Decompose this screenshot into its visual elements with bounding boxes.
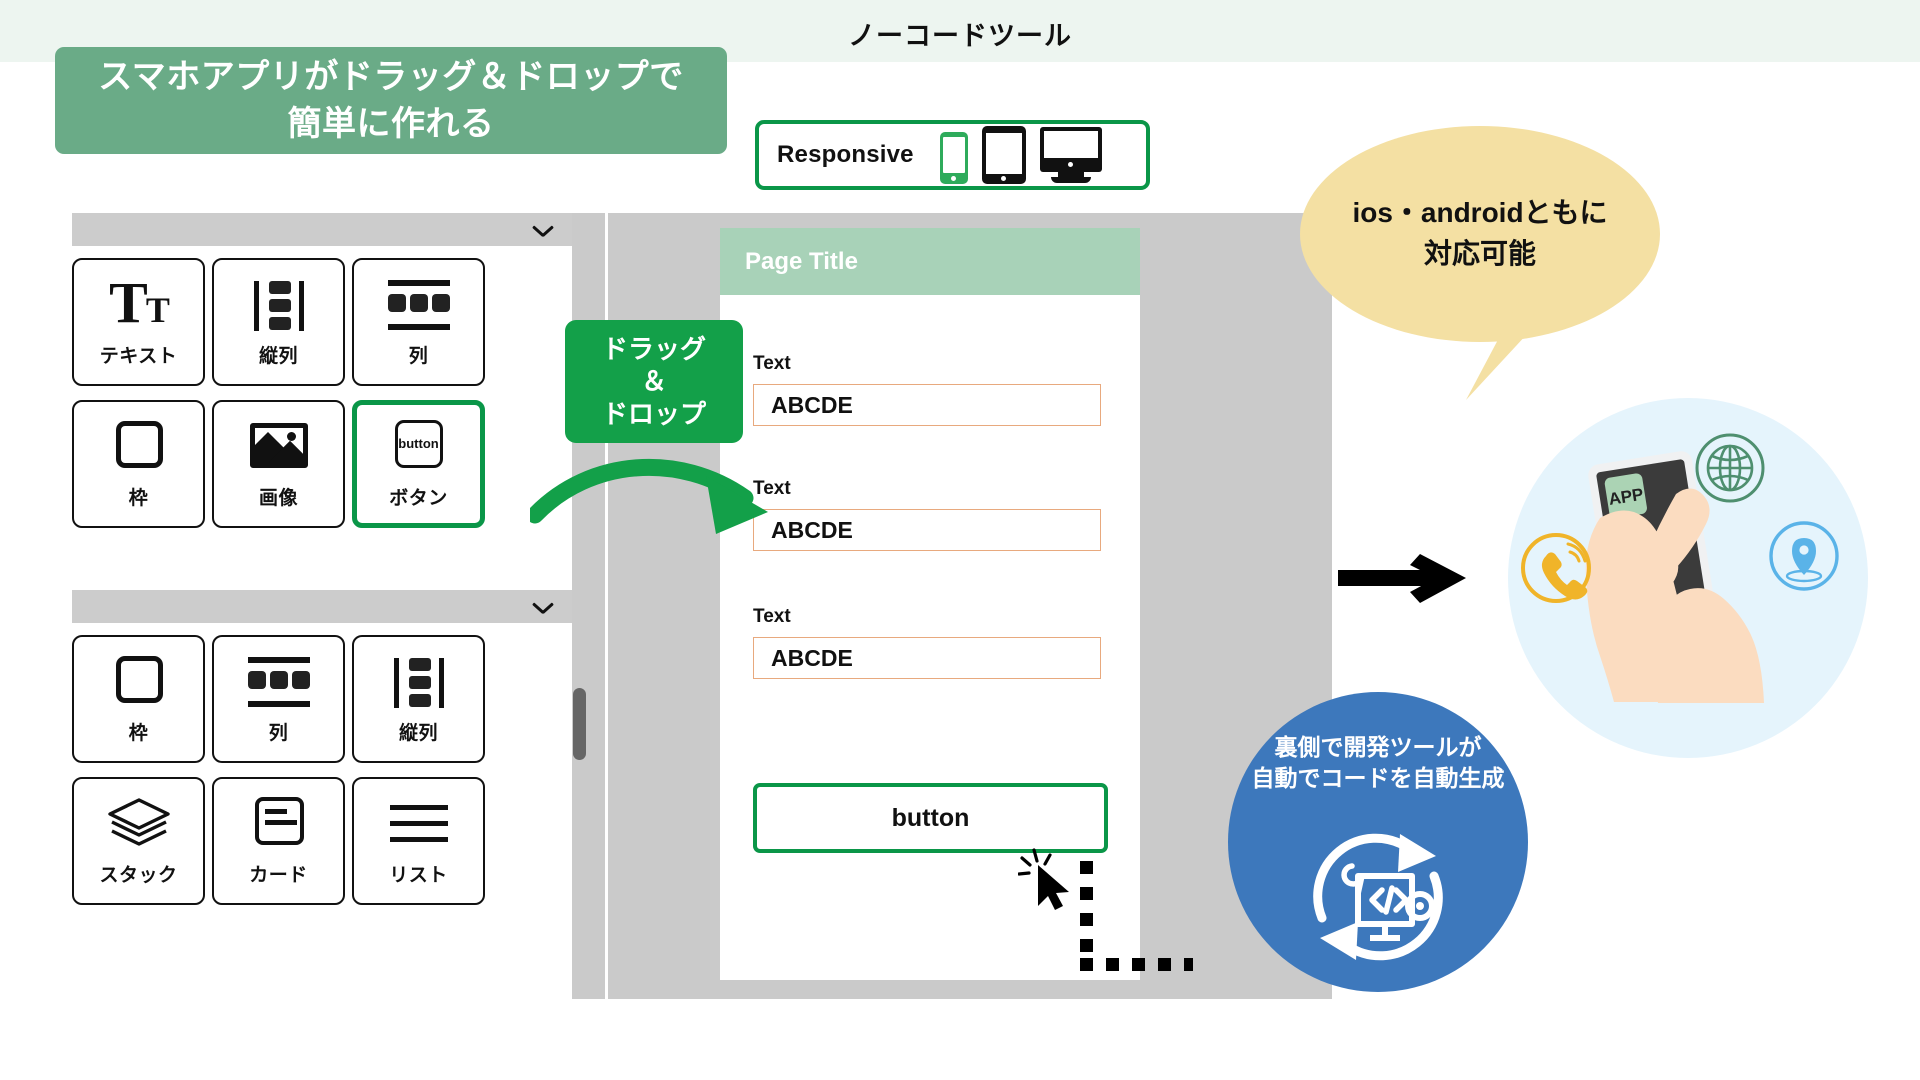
field-value: ABCDE bbox=[771, 391, 853, 418]
dnd-line-3: ドロップ bbox=[601, 398, 706, 429]
field-input[interactable]: ABCDE bbox=[753, 384, 1101, 426]
chevron-down-icon[interactable] bbox=[534, 222, 552, 240]
monitor-icon bbox=[1039, 127, 1102, 184]
palette-tile-label: テキスト bbox=[99, 345, 178, 367]
chevron-down-icon[interactable] bbox=[534, 599, 552, 617]
speech-bubble-tail bbox=[1458, 300, 1548, 405]
dnd-line-1: ドラッグ bbox=[601, 333, 706, 364]
canvas-scrollbar-thumb[interactable] bbox=[573, 688, 586, 760]
drag-and-drop-badge: ドラッグ ＆ ドロップ bbox=[565, 320, 743, 443]
stack-icon bbox=[102, 796, 176, 852]
right-arrow-icon bbox=[1338, 548, 1473, 610]
button-icon-label: button bbox=[398, 436, 439, 451]
drop-guide-horizontal bbox=[1080, 958, 1193, 971]
drag-and-drop-arrow-icon bbox=[526, 440, 820, 570]
palette-tile-label: 枠 bbox=[128, 487, 149, 509]
palette-tile-card[interactable]: カード bbox=[212, 777, 345, 905]
palette-tile-label: 列 bbox=[408, 345, 429, 367]
app-usage-illustration: APP bbox=[1508, 398, 1868, 758]
palette-tile-vertical-column-2[interactable]: 縦列 bbox=[352, 635, 485, 763]
palette-tile-frame-2[interactable]: 枠 bbox=[72, 635, 205, 763]
click-cursor-icon bbox=[1017, 848, 1092, 914]
headline-line-1: スマホアプリがドラッグ＆ドロップで bbox=[98, 57, 684, 96]
palette-tile-frame[interactable]: 枠 bbox=[72, 400, 205, 528]
blue-circle-caption: 裏側で開発ツールが 自動でコードを自動生成 bbox=[1228, 732, 1528, 794]
button-icon: button bbox=[382, 419, 456, 475]
code-autogeneration-icon bbox=[1300, 822, 1456, 972]
palette-tiles-section-2: 枠 列 縦列 スタック カード リスト bbox=[72, 635, 572, 905]
palette-tile-image[interactable]: 画像 bbox=[212, 400, 345, 528]
preview-field-1: Text ABCDE bbox=[753, 353, 1101, 426]
column-icon bbox=[382, 277, 456, 333]
palette-tile-column[interactable]: 列 bbox=[352, 258, 485, 386]
frame-icon bbox=[102, 654, 176, 710]
palette-tile-button[interactable]: button ボタン bbox=[352, 400, 485, 528]
palette-tile-label: 縦列 bbox=[398, 722, 438, 744]
blue-line-1: 裏側で開発ツールが bbox=[1274, 734, 1482, 760]
text-tt-icon: TT bbox=[109, 269, 170, 335]
frame-icon bbox=[102, 419, 176, 475]
palette-tile-list[interactable]: リスト bbox=[352, 777, 485, 905]
column-icon bbox=[242, 654, 316, 710]
field-label: Text bbox=[753, 353, 791, 374]
tablet-icon bbox=[981, 126, 1026, 184]
bubble-line-2: 対応可能 bbox=[1423, 238, 1536, 269]
component-palette: TT テキスト 縦列 列 枠 画像 button ボタン 枠 列 縦列 スタック… bbox=[72, 213, 572, 999]
infographic-canvas: ノーコードツール スマホアプリがドラッグ＆ドロップで 簡単に作れる Respon… bbox=[0, 0, 1920, 1080]
responsive-label: Responsive bbox=[777, 141, 914, 168]
palette-tile-vertical-column[interactable]: 縦列 bbox=[212, 258, 345, 386]
palette-section-header-2[interactable] bbox=[72, 590, 572, 623]
palette-tile-column-2[interactable]: 列 bbox=[212, 635, 345, 763]
vertical-column-icon bbox=[242, 277, 316, 333]
palette-tile-label: 画像 bbox=[258, 487, 298, 509]
card-icon bbox=[242, 796, 316, 852]
field-input[interactable]: ABCDE bbox=[753, 637, 1101, 679]
dnd-line-2: ＆ bbox=[640, 366, 667, 397]
image-icon bbox=[242, 419, 316, 475]
field-label: Text bbox=[753, 606, 791, 627]
palette-tile-label: リスト bbox=[389, 864, 448, 886]
bubble-line-1: ios・androidともに bbox=[1352, 197, 1608, 229]
headline-banner: スマホアプリがドラッグ＆ドロップで 簡単に作れる bbox=[55, 47, 727, 154]
palette-tiles-section-1: TT テキスト 縦列 列 枠 画像 button ボタン bbox=[72, 258, 572, 528]
palette-tile-label: 枠 bbox=[128, 722, 149, 744]
responsive-box: Responsive bbox=[755, 120, 1150, 190]
palette-tile-text[interactable]: TT テキスト bbox=[72, 258, 205, 386]
code-generation-callout: 裏側で開発ツールが 自動でコードを自動生成 bbox=[1228, 692, 1528, 992]
blue-line-2: 自動でコードを自動生成 bbox=[1251, 765, 1505, 792]
palette-section-header-1[interactable] bbox=[72, 213, 572, 246]
palette-tile-stack[interactable]: スタック bbox=[72, 777, 205, 905]
headline-line-2: 簡単に作れる bbox=[287, 104, 495, 143]
preview-page-title: Page Title bbox=[745, 247, 858, 275]
phone-icon bbox=[939, 132, 968, 184]
palette-tile-label: ボタン bbox=[389, 487, 448, 509]
palette-tile-label: カード bbox=[249, 864, 308, 886]
preview-button[interactable]: button bbox=[753, 783, 1108, 853]
palette-tile-label: 列 bbox=[268, 722, 289, 744]
field-value: ABCDE bbox=[771, 644, 853, 671]
palette-tile-label: スタック bbox=[99, 864, 178, 886]
preview-header: Page Title bbox=[720, 228, 1140, 295]
palette-tile-label: 縦列 bbox=[258, 345, 298, 367]
preview-field-3: Text ABCDE bbox=[753, 606, 1101, 679]
vertical-column-icon bbox=[382, 654, 456, 710]
list-icon bbox=[382, 796, 456, 852]
preview-button-label: button bbox=[891, 803, 970, 832]
device-icon-row bbox=[939, 126, 1102, 184]
